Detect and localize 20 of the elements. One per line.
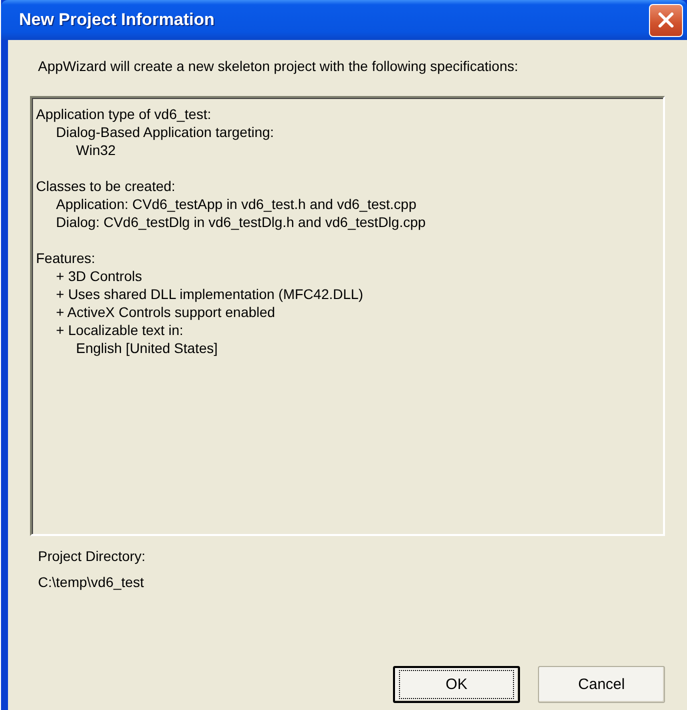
directory-label: Project Directory:: [38, 548, 146, 564]
cancel-button[interactable]: Cancel: [538, 666, 665, 703]
spec-line: Win32: [76, 141, 117, 159]
close-button[interactable]: [649, 4, 683, 36]
close-icon: [657, 11, 675, 29]
spec-line: + Localizable text in:: [56, 321, 184, 339]
spec-line: Classes to be created:: [36, 177, 176, 195]
spec-line: Application: CVd6_testApp in vd6_test.h and vd6_test.cpp: [56, 195, 418, 213]
intro-text: AppWizard will create a new skeleton project with the following specifications:: [38, 58, 520, 74]
spec-line: + 3D Controls: [56, 267, 143, 285]
directory-path: C:\temp\vd6_test: [38, 574, 145, 590]
spec-line: + Uses shared DLL implementation (MFC42.DLL): [56, 285, 364, 303]
spec-line: + ActiveX Controls support enabled: [56, 303, 276, 321]
spec-line: English [United States]: [76, 339, 219, 357]
spec-line: Dialog-Based Application targeting:: [56, 123, 275, 141]
window-title: New Project Information: [19, 10, 215, 30]
spec-line: Features:: [36, 249, 96, 267]
spec-line: Dialog: CVd6_testDlg in vd6_testDlg.h and vd6_testDlg.cpp: [56, 213, 427, 231]
ok-button[interactable]: OK: [393, 666, 520, 703]
spec-line: Application type of vd6_test:: [36, 105, 212, 123]
